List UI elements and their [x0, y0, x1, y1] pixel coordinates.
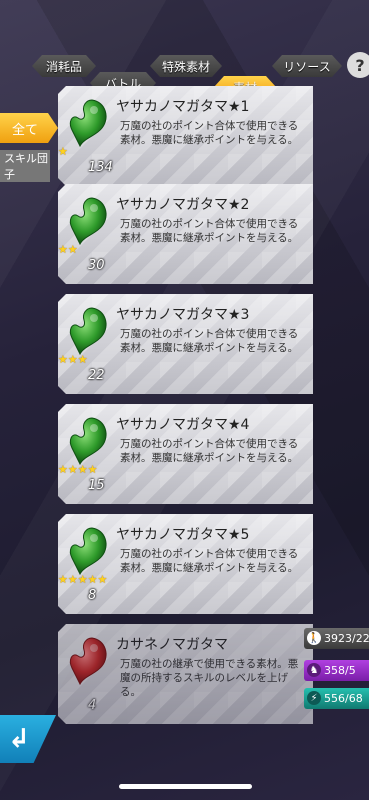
tab-label: 消耗品	[45, 59, 82, 74]
star-icon: ★	[67, 243, 78, 256]
star-icon: ★	[67, 573, 78, 586]
star-icon: ★	[87, 463, 98, 476]
magatama-icon	[69, 197, 107, 246]
back-arrow-icon: ↲	[8, 724, 30, 754]
star-icon: ★	[87, 573, 98, 586]
filter-skill-dango[interactable]: スキル団子	[0, 150, 50, 182]
item-name: ヤサカノマガタマ★5	[116, 527, 250, 543]
item-name: カサネノマガタマ	[116, 637, 228, 653]
tab-label: リソース	[283, 59, 331, 74]
demon-icon: ♞	[307, 663, 321, 677]
item-card[interactable]: ★ ★ ★ 22 ヤサカノマガタマ★3 万魔の社のポイント合体で使用できる素材。悪魔…	[58, 294, 313, 394]
item-description: 万魔の社のポイント合体で使用できる素材。悪魔に継承ポイントを与える。	[120, 218, 299, 244]
star-icon: ★	[58, 463, 68, 476]
item-name: ヤサカノマガタマ★4	[116, 417, 250, 433]
help-label: ?	[355, 55, 365, 75]
item-name: ヤサカノマガタマ★1	[116, 99, 250, 115]
star-icon: ★	[58, 573, 68, 586]
stamina-display: 🚶 3923/220	[304, 628, 369, 649]
filter-label: 全て	[12, 122, 39, 138]
item-count: 8	[88, 588, 97, 603]
star-icon: ★	[58, 145, 68, 158]
item-description: 万魔の社のポイント合体で使用できる素材。悪魔に継承ポイントを与える。	[120, 548, 299, 574]
item-card[interactable]: 4 カサネノマガタマ 万魔の社の継承で使用できる素材。悪魔の所持するスキルのレベ…	[58, 624, 313, 724]
item-count: 30	[88, 258, 105, 273]
magatama-icon	[69, 99, 107, 148]
walker-icon: 🚶	[307, 631, 321, 645]
item-count: 134	[88, 160, 113, 175]
magatama-icon	[69, 307, 107, 356]
magatama-icon	[69, 417, 107, 466]
item-description: 万魔の社のポイント合体で使用できる素材。悪魔に継承ポイントを与える。	[120, 120, 299, 146]
tab-label: 特殊素材	[161, 59, 210, 74]
star-icon: ★	[58, 243, 68, 256]
rarity-stars: ★ ★ ★ ★ ★	[58, 574, 107, 585]
star-icon: ★	[67, 353, 78, 366]
magatama-icon	[69, 527, 107, 576]
item-card[interactable]: ★ ★ ★ ★ ★ 8 ヤサカノマガタマ★5 万魔の社のポイント合体で使用できる素材。悪…	[58, 514, 313, 614]
star-icon: ★	[77, 463, 88, 476]
item-count: 22	[88, 368, 105, 383]
rarity-stars: ★	[58, 146, 68, 157]
rarity-stars: ★ ★	[58, 244, 78, 255]
item-card[interactable]: ★ ★ 30 ヤサカノマガタマ★2 万魔の社のポイント合体で使用できる素材。悪魔に…	[58, 184, 313, 284]
item-count: 4	[88, 698, 97, 713]
tab-special-materials[interactable]: 特殊素材	[150, 55, 222, 77]
filter-label: スキル団子	[4, 152, 48, 181]
rarity-stars: ★ ★ ★	[58, 354, 88, 365]
item-card[interactable]: ★ 134 ヤサカノマガタマ★1 万魔の社のポイント合体で使用できる素材。悪魔に…	[58, 86, 313, 186]
star-icon: ★	[67, 463, 78, 476]
demon-count-display: ♞ 358/5	[304, 660, 369, 681]
rarity-stars: ★ ★ ★ ★	[58, 464, 98, 475]
item-card[interactable]: ★ ★ ★ ★ 15 ヤサカノマガタマ★4 万魔の社のポイント合体で使用できる素材。悪…	[58, 404, 313, 504]
energy-display: ⚡ 556/68	[304, 688, 369, 709]
item-description: 万魔の社のポイント合体で使用できる素材。悪魔に継承ポイントを与える。	[120, 438, 299, 464]
magatama-icon	[69, 637, 107, 686]
item-description: 万魔の社のポイント合体で使用できる素材。悪魔に継承ポイントを与える。	[120, 328, 299, 354]
home-indicator[interactable]	[119, 784, 252, 789]
star-icon: ★	[77, 573, 88, 586]
filter-all[interactable]: 全て	[0, 113, 58, 143]
item-count: 15	[88, 478, 105, 493]
star-icon: ★	[77, 353, 88, 366]
star-icon: ★	[58, 353, 68, 366]
energy-icon: ⚡	[307, 691, 321, 705]
stamina-value: 3923/220	[324, 632, 369, 645]
tab-consumables[interactable]: 消耗品	[32, 55, 96, 77]
item-description: 万魔の社の継承で使用できる素材。悪魔の所持するスキルのレベルを上げる。	[120, 658, 299, 698]
energy-value: 556/68	[324, 692, 363, 705]
help-button[interactable]: ?	[347, 52, 369, 78]
item-name: ヤサカノマガタマ★3	[116, 307, 250, 323]
star-icon: ★	[97, 573, 108, 586]
item-name: ヤサカノマガタマ★2	[116, 197, 250, 213]
demon-count-value: 358/5	[324, 664, 356, 677]
tab-resources[interactable]: リソース	[272, 55, 342, 77]
